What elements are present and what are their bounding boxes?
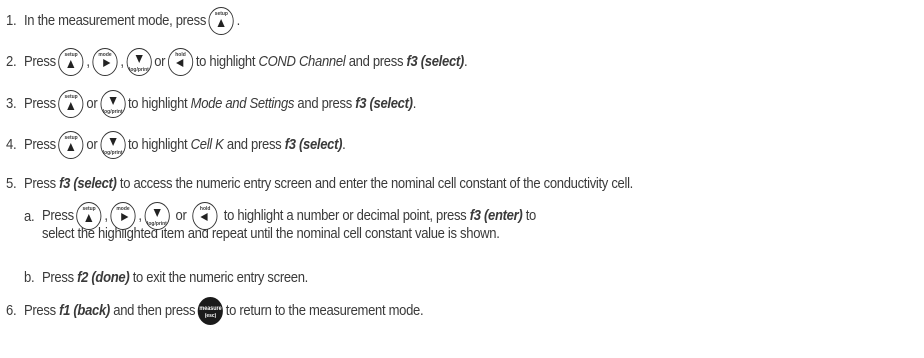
mode-right-key-icon: mode (110, 202, 136, 230)
menu-item-highlight: Mode and Settings (190, 96, 295, 112)
menu-item-highlight: COND Channel (258, 54, 346, 70)
step-text: In the measurement mode, press (24, 13, 207, 29)
instructions-page: 1. In the measurement mode, press setup … (0, 0, 924, 358)
log-print-down-key-icon: log/print (144, 202, 170, 230)
softkey-action: f3 (select) (406, 54, 464, 70)
step-number: 5. (6, 176, 17, 192)
step-number: 6. (6, 303, 17, 319)
step-2: 2. Press setup, mode, log/print or hold … (6, 44, 468, 80)
step-4: 4. Press setup or log/print to highlight… (6, 127, 346, 163)
step-number: a. (24, 209, 35, 225)
menu-item-highlight: Cell K (190, 137, 224, 153)
mode-right-key-icon: mode (92, 48, 118, 76)
log-print-down-key-icon: log/print (100, 131, 126, 159)
softkey-action: f2 (done) (77, 270, 130, 286)
log-print-down-key-icon: log/print (126, 48, 152, 76)
step-number: 3. (6, 96, 17, 112)
step-1: 1. In the measurement mode, press setup … (6, 3, 240, 39)
setup-up-key-icon: setup (58, 48, 84, 76)
softkey-action: f1 (back) (59, 303, 110, 319)
softkey-action: f3 (select) (355, 96, 413, 112)
step-number: b. (24, 270, 35, 286)
measure-esc-key-icon: measure (esc) (197, 297, 224, 325)
step-3: 3. Press setup or log/print to highlight… (6, 86, 416, 122)
step-number: 2. (6, 54, 17, 70)
softkey-action: f3 (select) (59, 176, 117, 192)
step-number: 4. (6, 137, 17, 153)
setup-up-key-icon: setup (208, 7, 234, 35)
softkey-action: f3 (select) (284, 137, 343, 153)
setup-up-key-icon: setup (58, 90, 84, 118)
step-5a: a. Press setup, mode, log/print or hold … (24, 202, 536, 252)
log-print-down-key-icon: log/print (100, 90, 126, 118)
setup-up-key-icon: setup (58, 131, 84, 159)
step-6: 6. Press f1 (back) and then press measur… (6, 293, 424, 329)
step-5b: b. Press f2 (done) to exit the numeric e… (24, 270, 308, 286)
softkey-action: f3 (enter) (469, 208, 523, 224)
step-5: 5. Press f3 (select) to access the numer… (6, 176, 633, 192)
hold-left-key-icon: hold (167, 48, 194, 76)
step-number: 1. (6, 13, 17, 29)
